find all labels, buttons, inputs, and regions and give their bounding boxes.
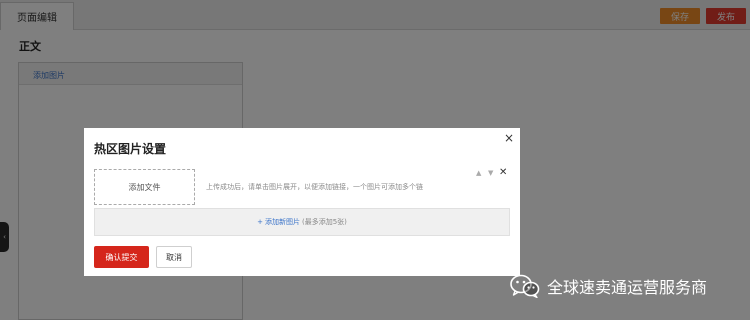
watermark: 全球速卖通运营服务商	[510, 271, 707, 301]
close-icon[interactable]: ×	[504, 131, 514, 145]
upload-hint: 上传成功后，请单击图片展开，以便添加链接，一个图片可添加多个链	[206, 183, 423, 191]
dialog-title: 热区图片设置	[94, 142, 167, 156]
delete-icon[interactable]: ✕	[499, 167, 507, 178]
confirm-submit-button[interactable]: 确认提交	[94, 246, 149, 268]
hotspot-image-settings-dialog: × 热区图片设置 添加文件 上传成功后，请单击图片展开，以便添加链接，一个图片可…	[84, 128, 520, 276]
add-new-image-link[interactable]: 添加新图片	[265, 217, 300, 227]
add-new-image-bar[interactable]: + 添加新图片 (最多添加5张)	[94, 208, 510, 236]
plus-icon: +	[257, 218, 263, 226]
move-down-icon[interactable]: ▼	[488, 169, 493, 177]
move-up-icon[interactable]: ▲	[476, 169, 481, 177]
cancel-button[interactable]: 取消	[156, 246, 192, 268]
wechat-icon	[510, 274, 540, 298]
add-limit-note: (最多添加5张)	[301, 218, 347, 226]
add-file-button[interactable]: 添加文件	[94, 169, 195, 205]
watermark-text: 全球速卖通运营服务商	[547, 278, 708, 297]
